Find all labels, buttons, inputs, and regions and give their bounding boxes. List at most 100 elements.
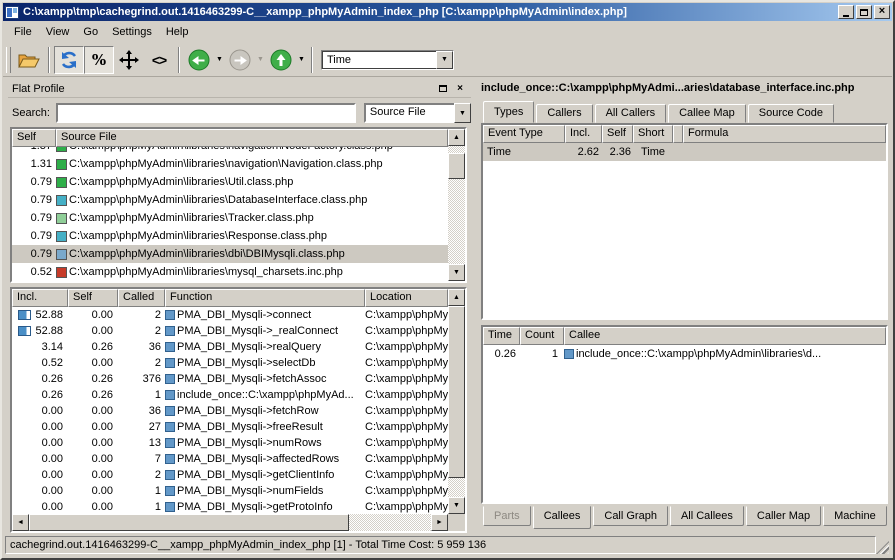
scroll-left-icon[interactable]: ◄ [12,514,29,531]
table-row[interactable]: 0.52 0.00 2 PMA_DBI_Mysqli->selectDb C:\… [12,355,448,371]
close-button[interactable]: × [874,5,890,19]
event-type-combobox[interactable]: Time ▼ [321,50,454,70]
table-row[interactable]: 0.79 C:\xampp\phpMyAdmin\libraries\Respo… [12,227,448,245]
function-icon [165,486,175,496]
location: C:\xampp\phpMy... [365,405,448,417]
tab-types[interactable]: Types [483,101,534,123]
table-row[interactable]: 0.79 C:\xampp\phpMyAdmin\libraries\Datab… [12,191,448,209]
menu-go[interactable]: Go [76,24,105,40]
scroll-down-icon[interactable]: ▼ [448,264,465,281]
scroll-up-icon[interactable]: ▲ [448,129,465,146]
dock-float-button[interactable] [436,82,450,95]
scroll-up-icon[interactable]: ▲ [448,289,465,306]
column-header-event-type[interactable]: Event Type [483,125,565,143]
table-row[interactable]: 52.88 0.00 2 PMA_DBI_Mysqli->_realConnec… [12,323,448,339]
cycle-groups-button[interactable] [54,46,84,74]
menu-help[interactable]: Help [159,24,196,40]
forward-button[interactable] [225,46,255,74]
toolbar-handle[interactable] [6,47,11,73]
column-header-source-file[interactable]: Source File [56,129,448,147]
table-row[interactable]: 0.26 0.26 376 PMA_DBI_Mysqli->fetchAssoc… [12,371,448,387]
vertical-scrollbar[interactable]: ▲ ▼ [448,289,465,514]
column-header-self[interactable]: Self [12,129,56,147]
table-row[interactable]: 0.00 0.00 13 PMA_DBI_Mysqli->numRows C:\… [12,435,448,451]
function-name: PMA_DBI_Mysqli->numFields [177,485,323,497]
relative-to-parent-button[interactable] [114,46,144,74]
scrollbar-thumb[interactable] [29,514,349,531]
column-header-short[interactable]: Short [633,125,673,143]
table-row[interactable]: 0.79 C:\xampp\phpMyAdmin\libraries\Track… [12,209,448,227]
table-row-selected[interactable]: Time 2.62 2.36 Time [483,143,886,161]
scroll-down-icon[interactable]: ▼ [448,497,465,514]
tab-callee-map[interactable]: Callee Map [668,104,746,123]
title-bar[interactable]: C:\xampp\tmp\cachegrind.out.1416463299-C… [3,3,892,21]
column-header-location[interactable]: Location [365,289,448,307]
column-header-count[interactable]: Count [520,327,564,345]
table-row[interactable]: 0.00 0.00 7 PMA_DBI_Mysqli->affectedRows… [12,451,448,467]
table-row[interactable]: 0.00 0.00 1 PMA_DBI_Mysqli->getProtoInfo… [12,499,448,514]
self-cost: 0.79 [12,194,56,206]
dock-close-button[interactable]: × [453,82,467,95]
minimize-button[interactable] [838,5,854,19]
table-row[interactable]: 3.14 0.26 36 PMA_DBI_Mysqli->realQuery C… [12,339,448,355]
forward-dropdown-arrow[interactable]: ▼ [255,46,266,74]
up-button[interactable] [266,46,296,74]
table-row[interactable]: 0.52 C:\xampp\phpMyAdmin\libraries\mysql… [12,263,448,281]
table-row-selected[interactable]: 0.79 C:\xampp\phpMyAdmin\libraries\dbi\D… [12,245,448,263]
back-button[interactable] [184,46,214,74]
tab-call-graph[interactable]: Call Graph [593,506,668,526]
table-row[interactable]: 0.00 0.00 1 PMA_DBI_Mysqli->numFields C:… [12,483,448,499]
function-name: PMA_DBI_Mysqli->freeResult [177,421,323,433]
table-row[interactable]: 0.79 C:\xampp\phpMyAdmin\libraries\Util.… [12,173,448,191]
chevron-down-icon[interactable]: ▼ [454,103,471,123]
toolbar-separator [48,47,50,73]
scrollbar-thumb[interactable] [448,306,465,478]
shorten-templates-button[interactable]: <> [144,46,174,74]
tab-all-callees[interactable]: All Callees [670,506,744,526]
tab-all-callers[interactable]: All Callers [595,104,667,123]
column-header-self[interactable]: Self [68,289,118,307]
table-row[interactable]: 0.00 0.00 2 PMA_DBI_Mysqli->getClientInf… [12,467,448,483]
relative-percent-button[interactable]: % [84,46,114,74]
tab-machine[interactable]: Machine [823,506,887,526]
scrollbar-thumb[interactable] [448,153,465,179]
menu-settings[interactable]: Settings [105,24,159,40]
table-row[interactable]: 52.88 0.00 2 PMA_DBI_Mysqli->connect C:\… [12,307,448,323]
table-row[interactable]: 0.00 0.00 27 PMA_DBI_Mysqli->freeResult … [12,419,448,435]
column-header-self[interactable]: Self [602,125,633,143]
column-header-callee[interactable]: Callee [564,327,886,345]
vertical-scrollbar[interactable]: ▲ ▼ [448,129,465,281]
tab-source-code[interactable]: Source Code [748,104,834,123]
up-dropdown-arrow[interactable]: ▼ [296,46,307,74]
table-row[interactable]: 1.37 C:\xampp\phpMyAdmin\libraries\navig… [12,147,448,155]
source-file: C:\xampp\phpMyAdmin\libraries\Response.c… [69,230,327,242]
dock-title-bar[interactable]: Flat Profile × [8,80,471,98]
menu-file[interactable]: File [7,24,39,40]
column-header-incl[interactable]: Incl. [12,289,68,307]
table-row[interactable]: 0.26 0.26 1 include_once::C:\xampp\phpMy… [12,387,448,403]
scroll-right-icon[interactable]: ► [431,514,448,531]
table-row[interactable]: 0.26 1 include_once::C:\xampp\phpMyAdmin… [483,345,886,363]
search-input[interactable] [56,103,356,123]
called-count: 36 [118,405,165,417]
incl-cost: 0.00 [42,437,63,449]
grouping-combobox[interactable]: Source File ▼ [364,103,471,123]
tab-callers[interactable]: Callers [536,104,592,123]
resize-grip[interactable] [876,541,889,554]
column-header-incl[interactable]: Incl. [565,125,602,143]
dock-title: Flat Profile [12,83,433,95]
tab-callees[interactable]: Callees [533,506,592,529]
horizontal-scrollbar[interactable]: ◄ ► [12,514,448,531]
open-file-button[interactable] [14,46,44,74]
column-header-time[interactable]: Time [483,327,520,345]
table-row[interactable]: 1.31 C:\xampp\phpMyAdmin\libraries\navig… [12,155,448,173]
table-row[interactable]: 0.00 0.00 36 PMA_DBI_Mysqli->fetchRow C:… [12,403,448,419]
menu-view[interactable]: View [39,24,77,40]
maximize-button[interactable] [856,5,872,19]
chevron-down-icon[interactable]: ▼ [436,51,453,69]
column-header-function[interactable]: Function [165,289,365,307]
column-header-called[interactable]: Called [118,289,165,307]
tab-caller-map[interactable]: Caller Map [746,506,821,526]
column-header-formula[interactable]: Formula [683,125,886,143]
back-dropdown-arrow[interactable]: ▼ [214,46,225,74]
